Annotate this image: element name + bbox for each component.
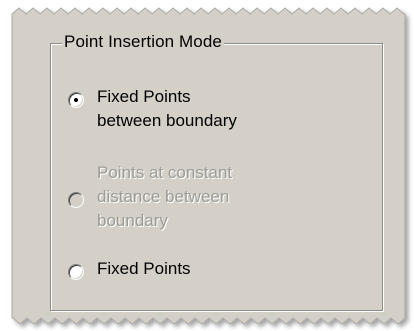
- radio-label-fixed-points: Fixed Points: [97, 259, 191, 278]
- radio-button-unchecked-icon[interactable]: [68, 264, 84, 280]
- radio-label-fixed-points-between-boundary: Fixed Points between boundary: [97, 87, 237, 130]
- radio-button-disabled-icon[interactable]: [68, 192, 84, 208]
- radio-option-fixed-points[interactable]: Fixed Points: [68, 257, 191, 281]
- radio-option-fixed-points-between-boundary[interactable]: Fixed Points between boundary: [68, 85, 237, 133]
- groupbox-title: Point Insertion Mode: [62, 32, 224, 52]
- radio-option-points-at-constant-distance[interactable]: Points at constant distance between boun…: [68, 161, 232, 233]
- point-insertion-mode-group: Point Insertion Mode Fixed Points betwee…: [50, 32, 383, 311]
- radio-label-points-at-constant-distance: Points at constant distance between boun…: [97, 163, 233, 230]
- point-insertion-dialog-crop: Point Insertion Mode Fixed Points betwee…: [0, 0, 414, 331]
- radio-button-checked-icon[interactable]: [68, 92, 84, 108]
